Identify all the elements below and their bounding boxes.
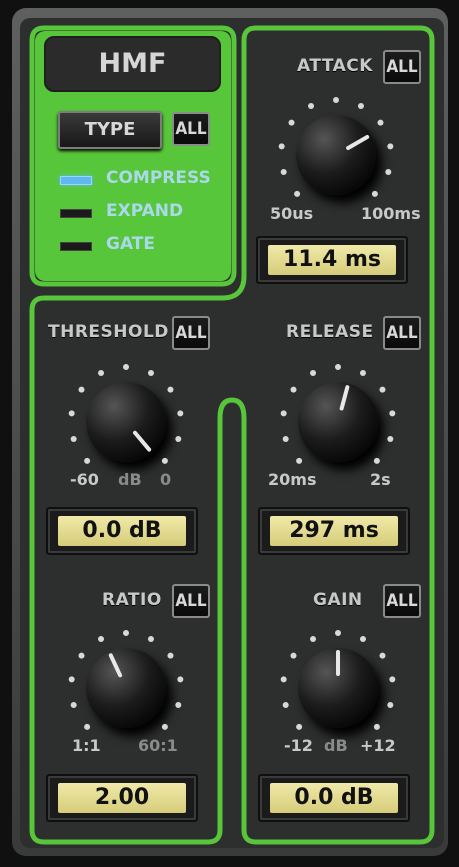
expand-label[interactable]: EXPAND (106, 201, 183, 221)
ratio-knob[interactable] (86, 648, 166, 728)
gain-label: GAIN (313, 590, 363, 610)
release-all-button[interactable]: ALL (383, 316, 421, 350)
attack-all-button[interactable]: ALL (383, 50, 421, 84)
gain-display[interactable]: 0.0 dB (258, 774, 410, 822)
expand-led[interactable] (60, 209, 92, 218)
compress-label[interactable]: COMPRESS (106, 168, 211, 188)
attack-max-label: 100ms (361, 204, 421, 223)
attack-value: 11.4 ms (268, 245, 396, 275)
threshold-knob[interactable] (86, 382, 166, 462)
release-value: 297 ms (270, 516, 398, 546)
threshold-max-label: 0 (160, 470, 172, 489)
band-title: HMF (44, 36, 221, 92)
threshold-unit-label: dB (118, 470, 142, 489)
release-min-label: 20ms (268, 470, 317, 489)
ratio-min-label: 1:1 (72, 736, 101, 755)
plugin-window: HMF TYPE ALL COMPRESS EXPAND GATE ATTACK… (0, 0, 459, 867)
gain-all-button[interactable]: ALL (383, 584, 421, 618)
attack-min-label: 50us (270, 204, 314, 223)
gain-value: 0.0 dB (270, 783, 398, 813)
compress-led[interactable] (60, 176, 92, 185)
release-knob[interactable] (298, 382, 378, 462)
attack-label: ATTACK (297, 56, 373, 76)
ratio-value: 2.00 (58, 783, 186, 813)
threshold-value: 0.0 dB (58, 516, 186, 546)
threshold-all-button[interactable]: ALL (172, 316, 210, 350)
release-max-label: 2s (370, 470, 391, 489)
ratio-all-button[interactable]: ALL (172, 584, 210, 618)
attack-display[interactable]: 11.4 ms (256, 236, 408, 284)
gain-max-label: +12 (360, 736, 396, 755)
release-label: RELEASE (286, 322, 374, 342)
threshold-display[interactable]: 0.0 dB (46, 507, 198, 555)
type-all-button[interactable]: ALL (172, 112, 210, 146)
gain-min-label: -12 (284, 736, 313, 755)
type-button[interactable]: TYPE (58, 111, 162, 149)
ratio-display[interactable]: 2.00 (46, 774, 198, 822)
ratio-max-label: 60:1 (138, 736, 178, 755)
gate-led[interactable] (60, 242, 92, 251)
ratio-label: RATIO (102, 590, 162, 610)
gain-knob[interactable] (298, 648, 378, 728)
threshold-min-label: -60 (70, 470, 99, 489)
attack-knob[interactable] (296, 115, 376, 195)
gate-label[interactable]: GATE (106, 234, 155, 254)
gain-unit-label: dB (324, 736, 348, 755)
release-display[interactable]: 297 ms (258, 507, 410, 555)
threshold-label: THRESHOLD (48, 322, 169, 342)
